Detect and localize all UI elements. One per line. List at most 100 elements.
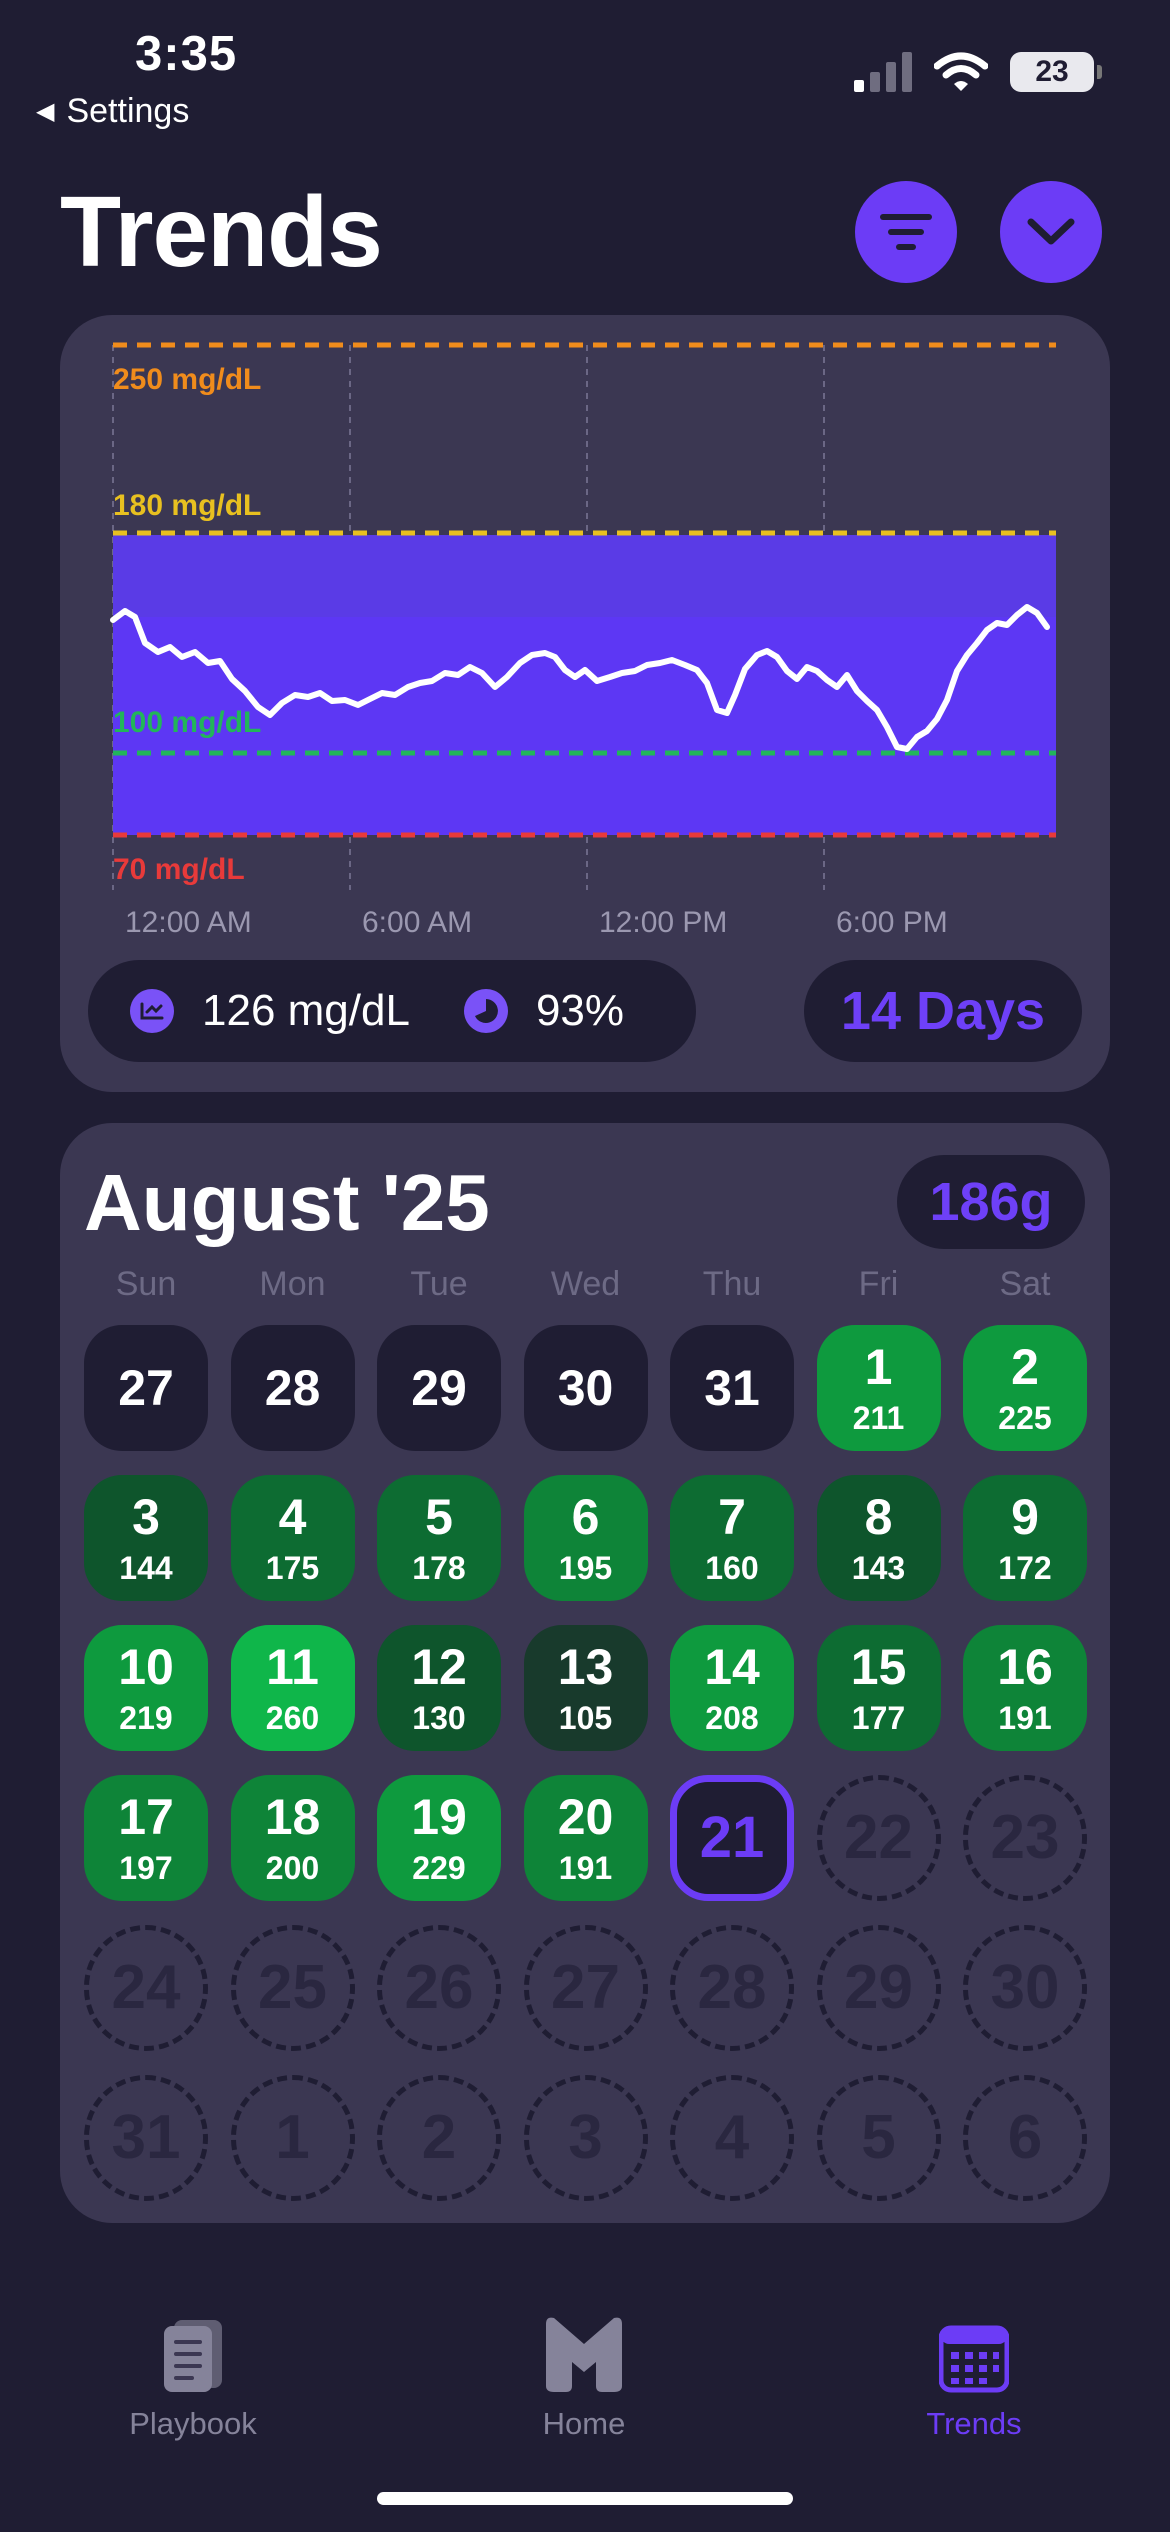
day-number: 18 bbox=[264, 1789, 321, 1845]
day-number: 8 bbox=[864, 1489, 893, 1545]
day-number: 29 bbox=[844, 1953, 913, 2022]
day-carb-value: 191 bbox=[998, 1700, 1052, 1736]
day-number: 5 bbox=[425, 1489, 453, 1545]
home-m-logo-icon bbox=[546, 2317, 622, 2392]
day-cell[interactable]: 2 225 bbox=[963, 1325, 1087, 1451]
day-number: 28 bbox=[697, 1953, 767, 2022]
day-cell[interactable]: 13 105 bbox=[523, 1625, 648, 1751]
day-cell[interactable]: 10 219 bbox=[84, 1625, 208, 1751]
day-cell[interactable]: 11 260 bbox=[230, 1625, 355, 1751]
day-cell[interactable]: 17 197 bbox=[84, 1775, 208, 1901]
day-number: 9 bbox=[1011, 1489, 1039, 1545]
day-cell[interactable]: 16 191 bbox=[963, 1625, 1087, 1751]
options-dropdown-button[interactable] bbox=[1000, 181, 1102, 283]
future-day-cell: 24 bbox=[84, 1925, 208, 2051]
weekday-label: Tue bbox=[410, 1265, 468, 1303]
day-number: 24 bbox=[111, 1953, 181, 2022]
prev-month-day-cell[interactable]: 28 bbox=[230, 1325, 355, 1451]
prev-month-day-cell[interactable]: 30 bbox=[523, 1325, 648, 1451]
prev-month-day-cell[interactable]: 27 bbox=[84, 1325, 208, 1451]
day-carb-value: 211 bbox=[852, 1400, 905, 1436]
day-cell[interactable]: 5 178 bbox=[377, 1475, 501, 1601]
wifi-icon bbox=[934, 52, 988, 91]
day-carb-value: 197 bbox=[119, 1850, 173, 1886]
day-number: 2 bbox=[1011, 1339, 1039, 1395]
today-day-cell[interactable]: 21 bbox=[670, 1775, 794, 1901]
day-cell[interactable]: 6 195 bbox=[523, 1475, 648, 1601]
time-label-6am: 6:00 AM bbox=[362, 906, 472, 939]
day-cell[interactable]: 15 177 bbox=[816, 1625, 941, 1751]
tab-home[interactable]: Home bbox=[454, 2294, 714, 2442]
future-day-cell: 3 bbox=[523, 2075, 648, 2201]
filter-button[interactable] bbox=[855, 181, 957, 283]
chevron-down-icon bbox=[1027, 218, 1075, 245]
day-number: 3 bbox=[132, 1489, 160, 1545]
day-cell[interactable]: 4 175 bbox=[230, 1475, 355, 1601]
page-title: Trends bbox=[60, 176, 383, 288]
glucose-chart: 250 mg/dL 180 mg/dL 100 mg/dL 70 mg/dL 1… bbox=[110, 342, 1056, 939]
day-carb-value: 143 bbox=[851, 1550, 906, 1586]
day-cell[interactable]: 12 130 bbox=[377, 1625, 501, 1751]
tab-playbook[interactable]: Playbook bbox=[63, 2294, 323, 2442]
day-carb-value: 172 bbox=[998, 1550, 1052, 1586]
home-indicator[interactable] bbox=[377, 2492, 793, 2505]
day-number: 15 bbox=[850, 1639, 907, 1695]
future-day-cell: 6 bbox=[963, 2075, 1087, 2201]
weekday-label: Thu bbox=[702, 1265, 762, 1303]
day-number: 30 bbox=[557, 1360, 614, 1416]
day-cell[interactable]: 19 229 bbox=[377, 1775, 501, 1901]
date-range-button[interactable]: 14 Days bbox=[804, 960, 1082, 1062]
day-carb-value: 195 bbox=[558, 1550, 613, 1586]
prev-month-day-cell[interactable]: 31 bbox=[670, 1325, 794, 1451]
month-title: August '25 bbox=[84, 1158, 490, 1247]
day-carb-value: 229 bbox=[412, 1850, 466, 1886]
future-day-cell: 2 bbox=[377, 2075, 501, 2201]
future-day-cell: 22 bbox=[816, 1775, 941, 1901]
tab-trends[interactable]: Trends bbox=[844, 2294, 1104, 2442]
day-number: 12 bbox=[411, 1639, 467, 1695]
time-label-12pm: 12:00 PM bbox=[599, 906, 727, 939]
time-label-12am: 12:00 AM bbox=[125, 906, 252, 939]
day-cell[interactable]: 20 191 bbox=[523, 1775, 648, 1901]
day-number: 4 bbox=[714, 2103, 750, 2172]
future-day-cell: 26 bbox=[377, 1925, 501, 2051]
average-glucose-icon bbox=[130, 989, 174, 1033]
signal-icon bbox=[854, 52, 912, 92]
day-carb-value: 144 bbox=[119, 1550, 173, 1586]
month-total-pill[interactable]: 186g bbox=[897, 1155, 1085, 1249]
calendar-icon bbox=[939, 2325, 1009, 2393]
future-day-cell: 28 bbox=[670, 1925, 794, 2051]
playbook-icon bbox=[164, 2320, 222, 2392]
weekday-label: Fri bbox=[858, 1265, 899, 1303]
future-day-cell: 27 bbox=[523, 1925, 648, 2051]
future-day-cell: 30 bbox=[963, 1925, 1087, 2051]
day-cell[interactable]: 7 160 bbox=[670, 1475, 794, 1601]
day-carb-value: 177 bbox=[851, 1700, 906, 1736]
back-to-settings-link[interactable]: ◀ Settings bbox=[36, 92, 189, 131]
day-cell[interactable]: 9 172 bbox=[963, 1475, 1087, 1601]
day-cell[interactable]: 1 211 bbox=[816, 1325, 941, 1451]
future-day-cell: 29 bbox=[816, 1925, 941, 2051]
day-number: 14 bbox=[704, 1639, 760, 1695]
day-cell[interactable]: 14 208 bbox=[670, 1625, 794, 1751]
day-carb-value: 130 bbox=[412, 1700, 466, 1736]
day-cell[interactable]: 18 200 bbox=[230, 1775, 355, 1901]
battery-indicator: 23 bbox=[1010, 52, 1102, 92]
tab-playbook-label: Playbook bbox=[129, 2406, 257, 2441]
prev-month-day-cell[interactable]: 29 bbox=[377, 1325, 501, 1451]
day-number: 28 bbox=[264, 1360, 321, 1416]
day-number: 21 bbox=[699, 1805, 765, 1870]
day-number: 10 bbox=[118, 1639, 174, 1695]
day-carb-value: 105 bbox=[558, 1700, 613, 1736]
day-number: 7 bbox=[718, 1489, 746, 1545]
day-number: 20 bbox=[557, 1789, 614, 1845]
day-number: 25 bbox=[258, 1953, 327, 2022]
day-number: 6 bbox=[1007, 2103, 1043, 2172]
threshold-100-label: 100 mg/dL bbox=[113, 706, 261, 739]
day-number: 29 bbox=[411, 1360, 467, 1416]
day-carb-value: 225 bbox=[998, 1400, 1052, 1436]
day-cell[interactable]: 3 144 bbox=[84, 1475, 208, 1601]
day-number: 1 bbox=[864, 1339, 893, 1395]
future-day-cell: 5 bbox=[816, 2075, 941, 2201]
day-cell[interactable]: 8 143 bbox=[816, 1475, 941, 1601]
